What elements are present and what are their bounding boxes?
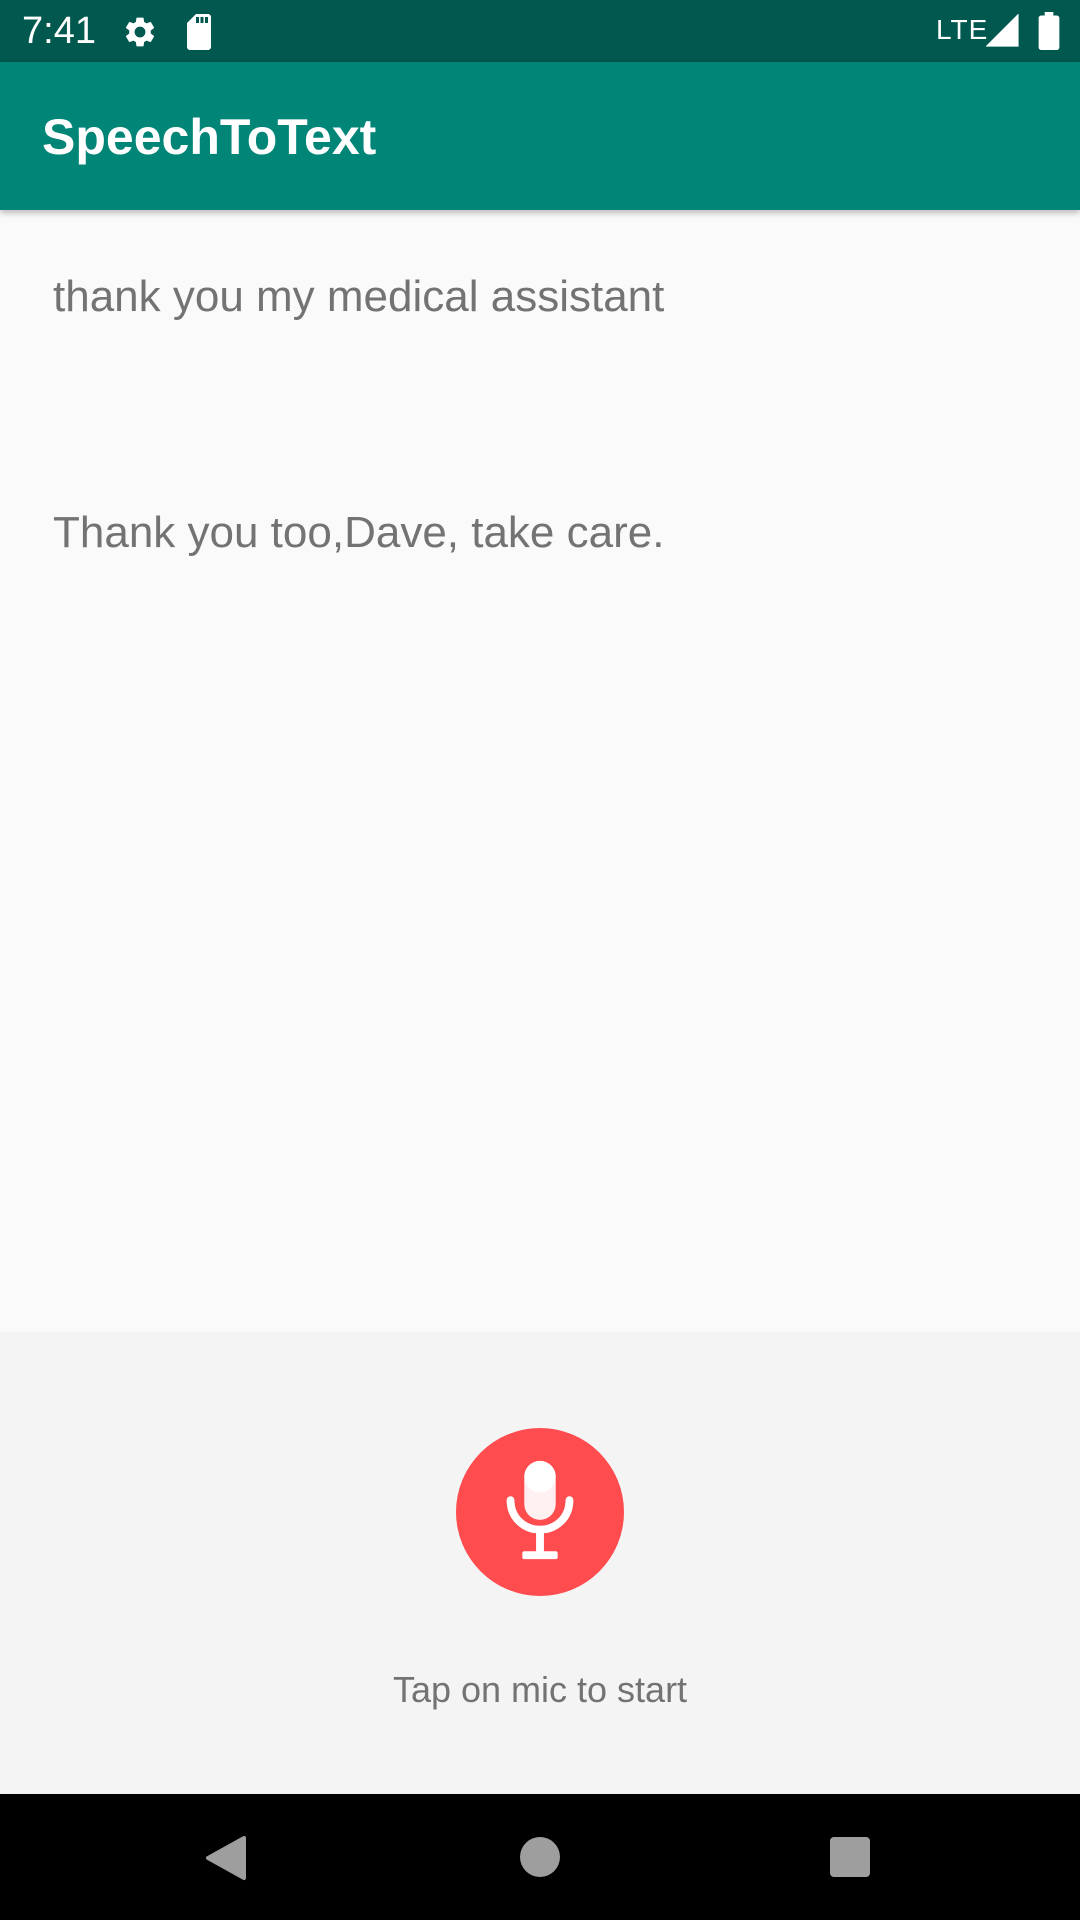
gear-icon bbox=[125, 17, 155, 47]
navigation-bar bbox=[0, 1794, 1080, 1920]
signal-icon bbox=[986, 14, 1019, 47]
status-time: 7:41 bbox=[22, 10, 96, 52]
microphone-icon bbox=[506, 1460, 574, 1560]
app-title: SpeechToText bbox=[42, 109, 377, 165]
status-bar: 7:41 LTE bbox=[0, 0, 1080, 62]
mic-hint: Tap on mic to start bbox=[392, 1669, 688, 1710]
message-user: thank you my medical assistant bbox=[53, 272, 665, 321]
mic-button[interactable] bbox=[456, 1428, 624, 1596]
app-bar: SpeechToText bbox=[0, 62, 1080, 210]
battery-icon bbox=[1038, 12, 1060, 50]
home-icon[interactable] bbox=[520, 1837, 560, 1877]
sd-card-icon bbox=[187, 14, 211, 50]
back-icon[interactable] bbox=[204, 1834, 248, 1882]
network-type: LTE bbox=[936, 14, 989, 45]
conversation-area: thank you my medical assistant Thank you… bbox=[0, 210, 1080, 1332]
voice-input-panel: Tap on mic to start bbox=[0, 1332, 1080, 1794]
message-reply: Thank you too,Dave, take care. bbox=[53, 508, 665, 557]
recents-icon[interactable] bbox=[830, 1837, 870, 1877]
screen: 7:41 LTE SpeechToText thank you my medic… bbox=[0, 0, 1080, 1920]
